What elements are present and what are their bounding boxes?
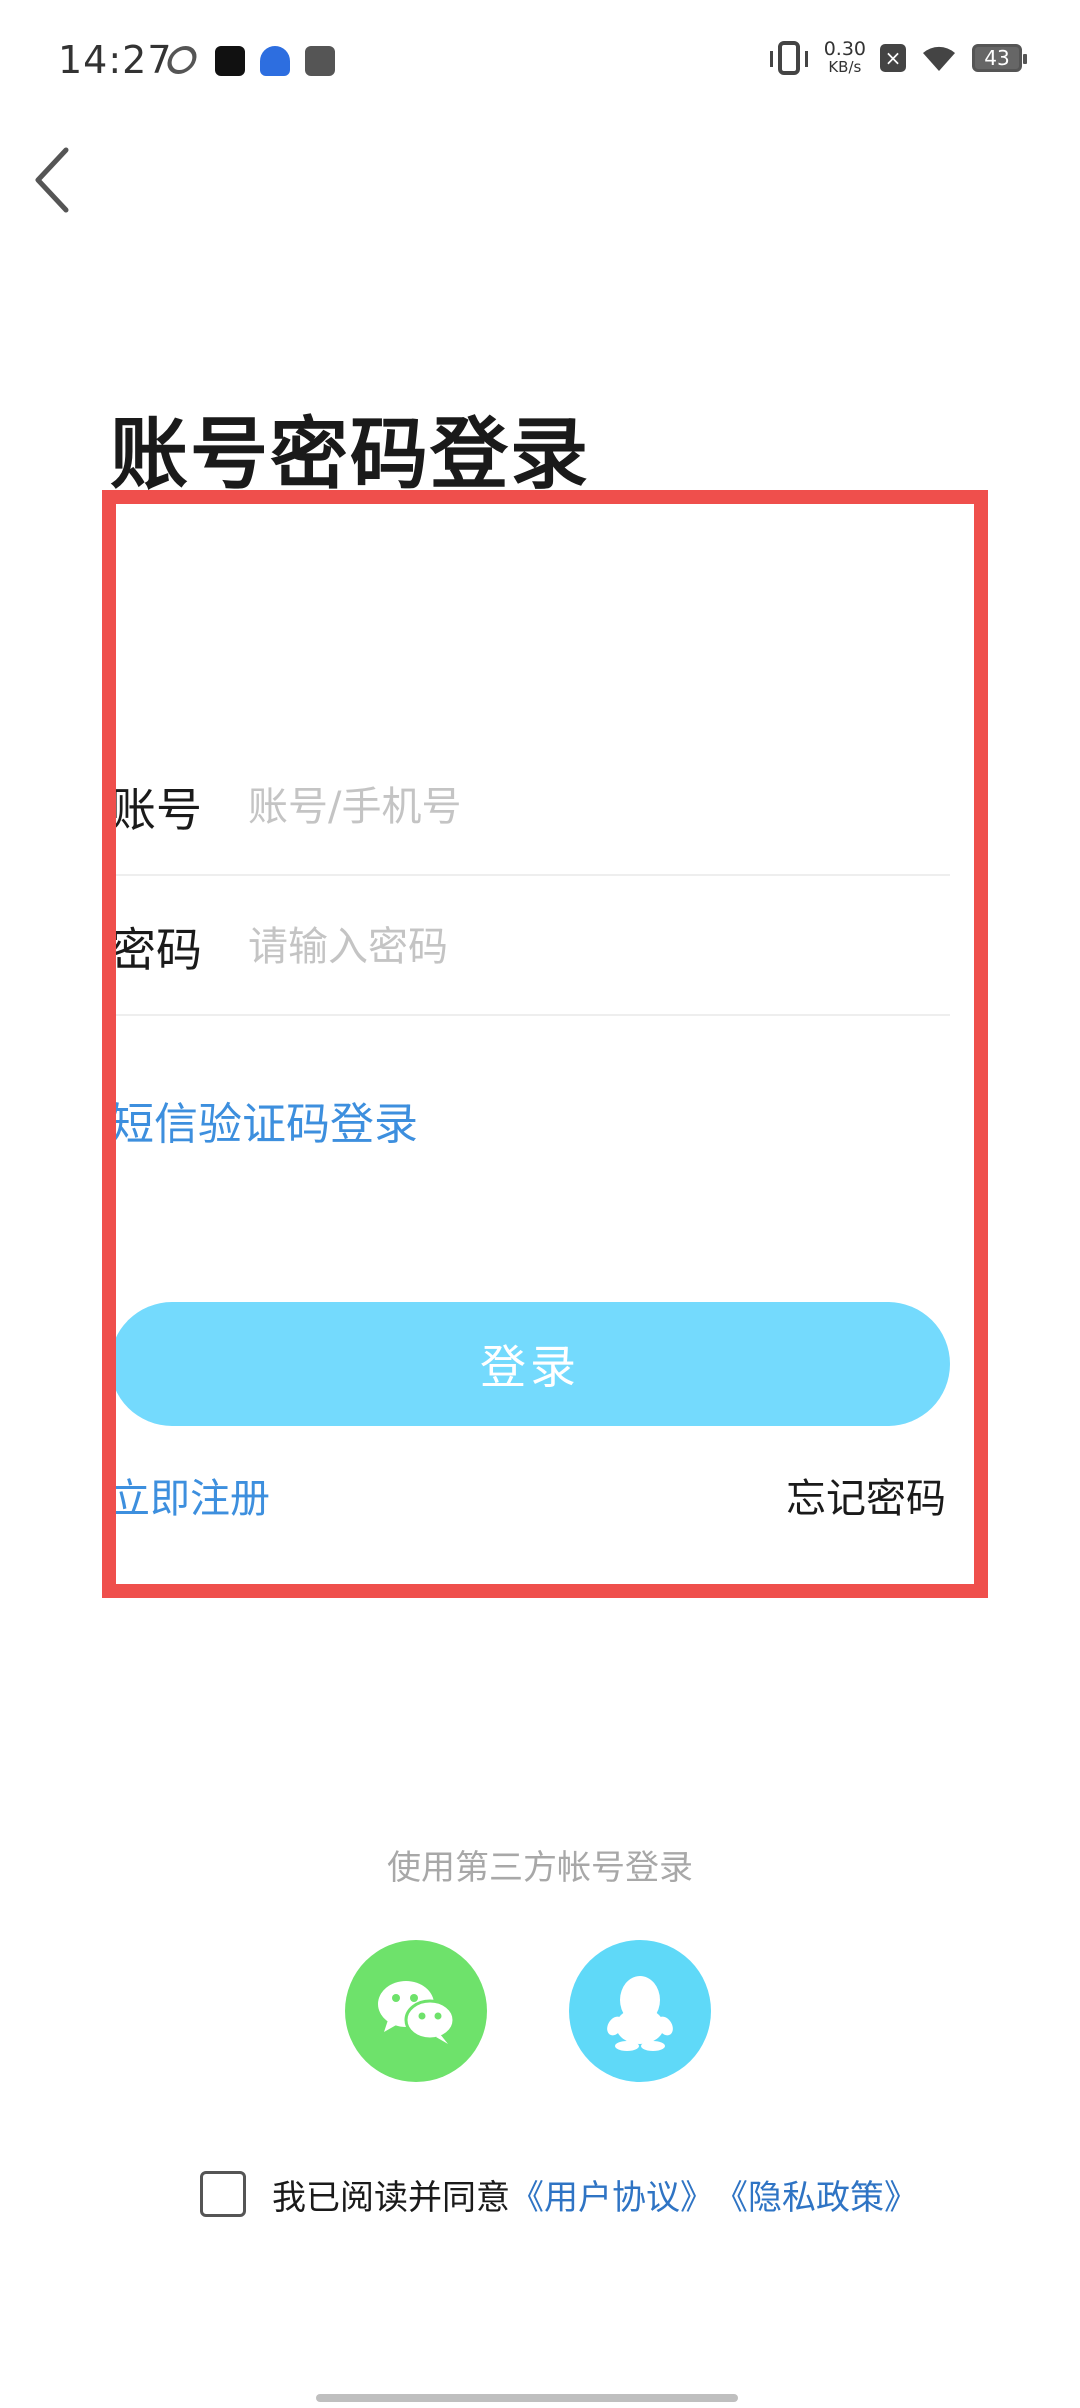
net-speed-unit: KB/s [828,58,862,76]
status-bar: 14:27 0.30 KB/s × 43 [0,0,1080,130]
password-field-row: 密码 [110,880,950,1016]
page-title: 账号密码登录 [110,410,591,500]
status-time: 14:27 [58,38,173,82]
notification-app-icon [305,46,335,76]
register-link[interactable]: 立即注册 [110,1466,270,1524]
tiktok-icon [215,46,245,76]
privacy-policy-link[interactable]: 《隐私政策》 [714,2170,918,2219]
no-sim-icon: × [880,44,906,72]
account-label: 账号 [110,783,202,837]
sms-login-link[interactable]: 短信验证码登录 [110,1088,418,1152]
account-input[interactable] [248,767,950,847]
net-speed: 0.30 KB/s [823,38,866,77]
notification-app-icon [260,46,290,76]
agreement-row: 我已阅读并同意 《用户协议》 《隐私政策》 [200,2166,918,2222]
qq-login-button[interactable] [569,1940,711,2082]
status-indicators: 0.30 KB/s × 43 [769,38,1027,78]
password-label: 密码 [110,923,202,977]
qq-icon [607,1976,673,2051]
forgot-password-link[interactable]: 忘记密码 [786,1466,946,1524]
third-party-title: 使用第三方帐号登录 [387,1848,693,1888]
back-icon[interactable] [28,140,88,220]
user-agreement-link[interactable]: 《用户协议》 [510,2170,714,2219]
agree-checkbox[interactable] [200,2171,246,2217]
wechat-icon [378,1981,456,2044]
net-speed-value: 0.30 [823,38,866,60]
home-indicator[interactable] [316,2394,738,2402]
account-field-row: 账号 [110,740,950,876]
login-page: 14:27 0.30 KB/s × 43 账号密码登录 账号 密码 短信 [0,0,1080,2408]
password-input[interactable] [248,907,950,987]
wifi-icon [923,46,955,71]
vibrate-icon [769,41,808,75]
login-button[interactable]: 登录 [110,1302,950,1426]
battery-icon: 43 [972,44,1027,72]
wechat-login-button[interactable] [345,1940,487,2082]
agreement-text: 我已阅读并同意 [272,2177,510,2218]
highlight-box [102,490,988,1598]
